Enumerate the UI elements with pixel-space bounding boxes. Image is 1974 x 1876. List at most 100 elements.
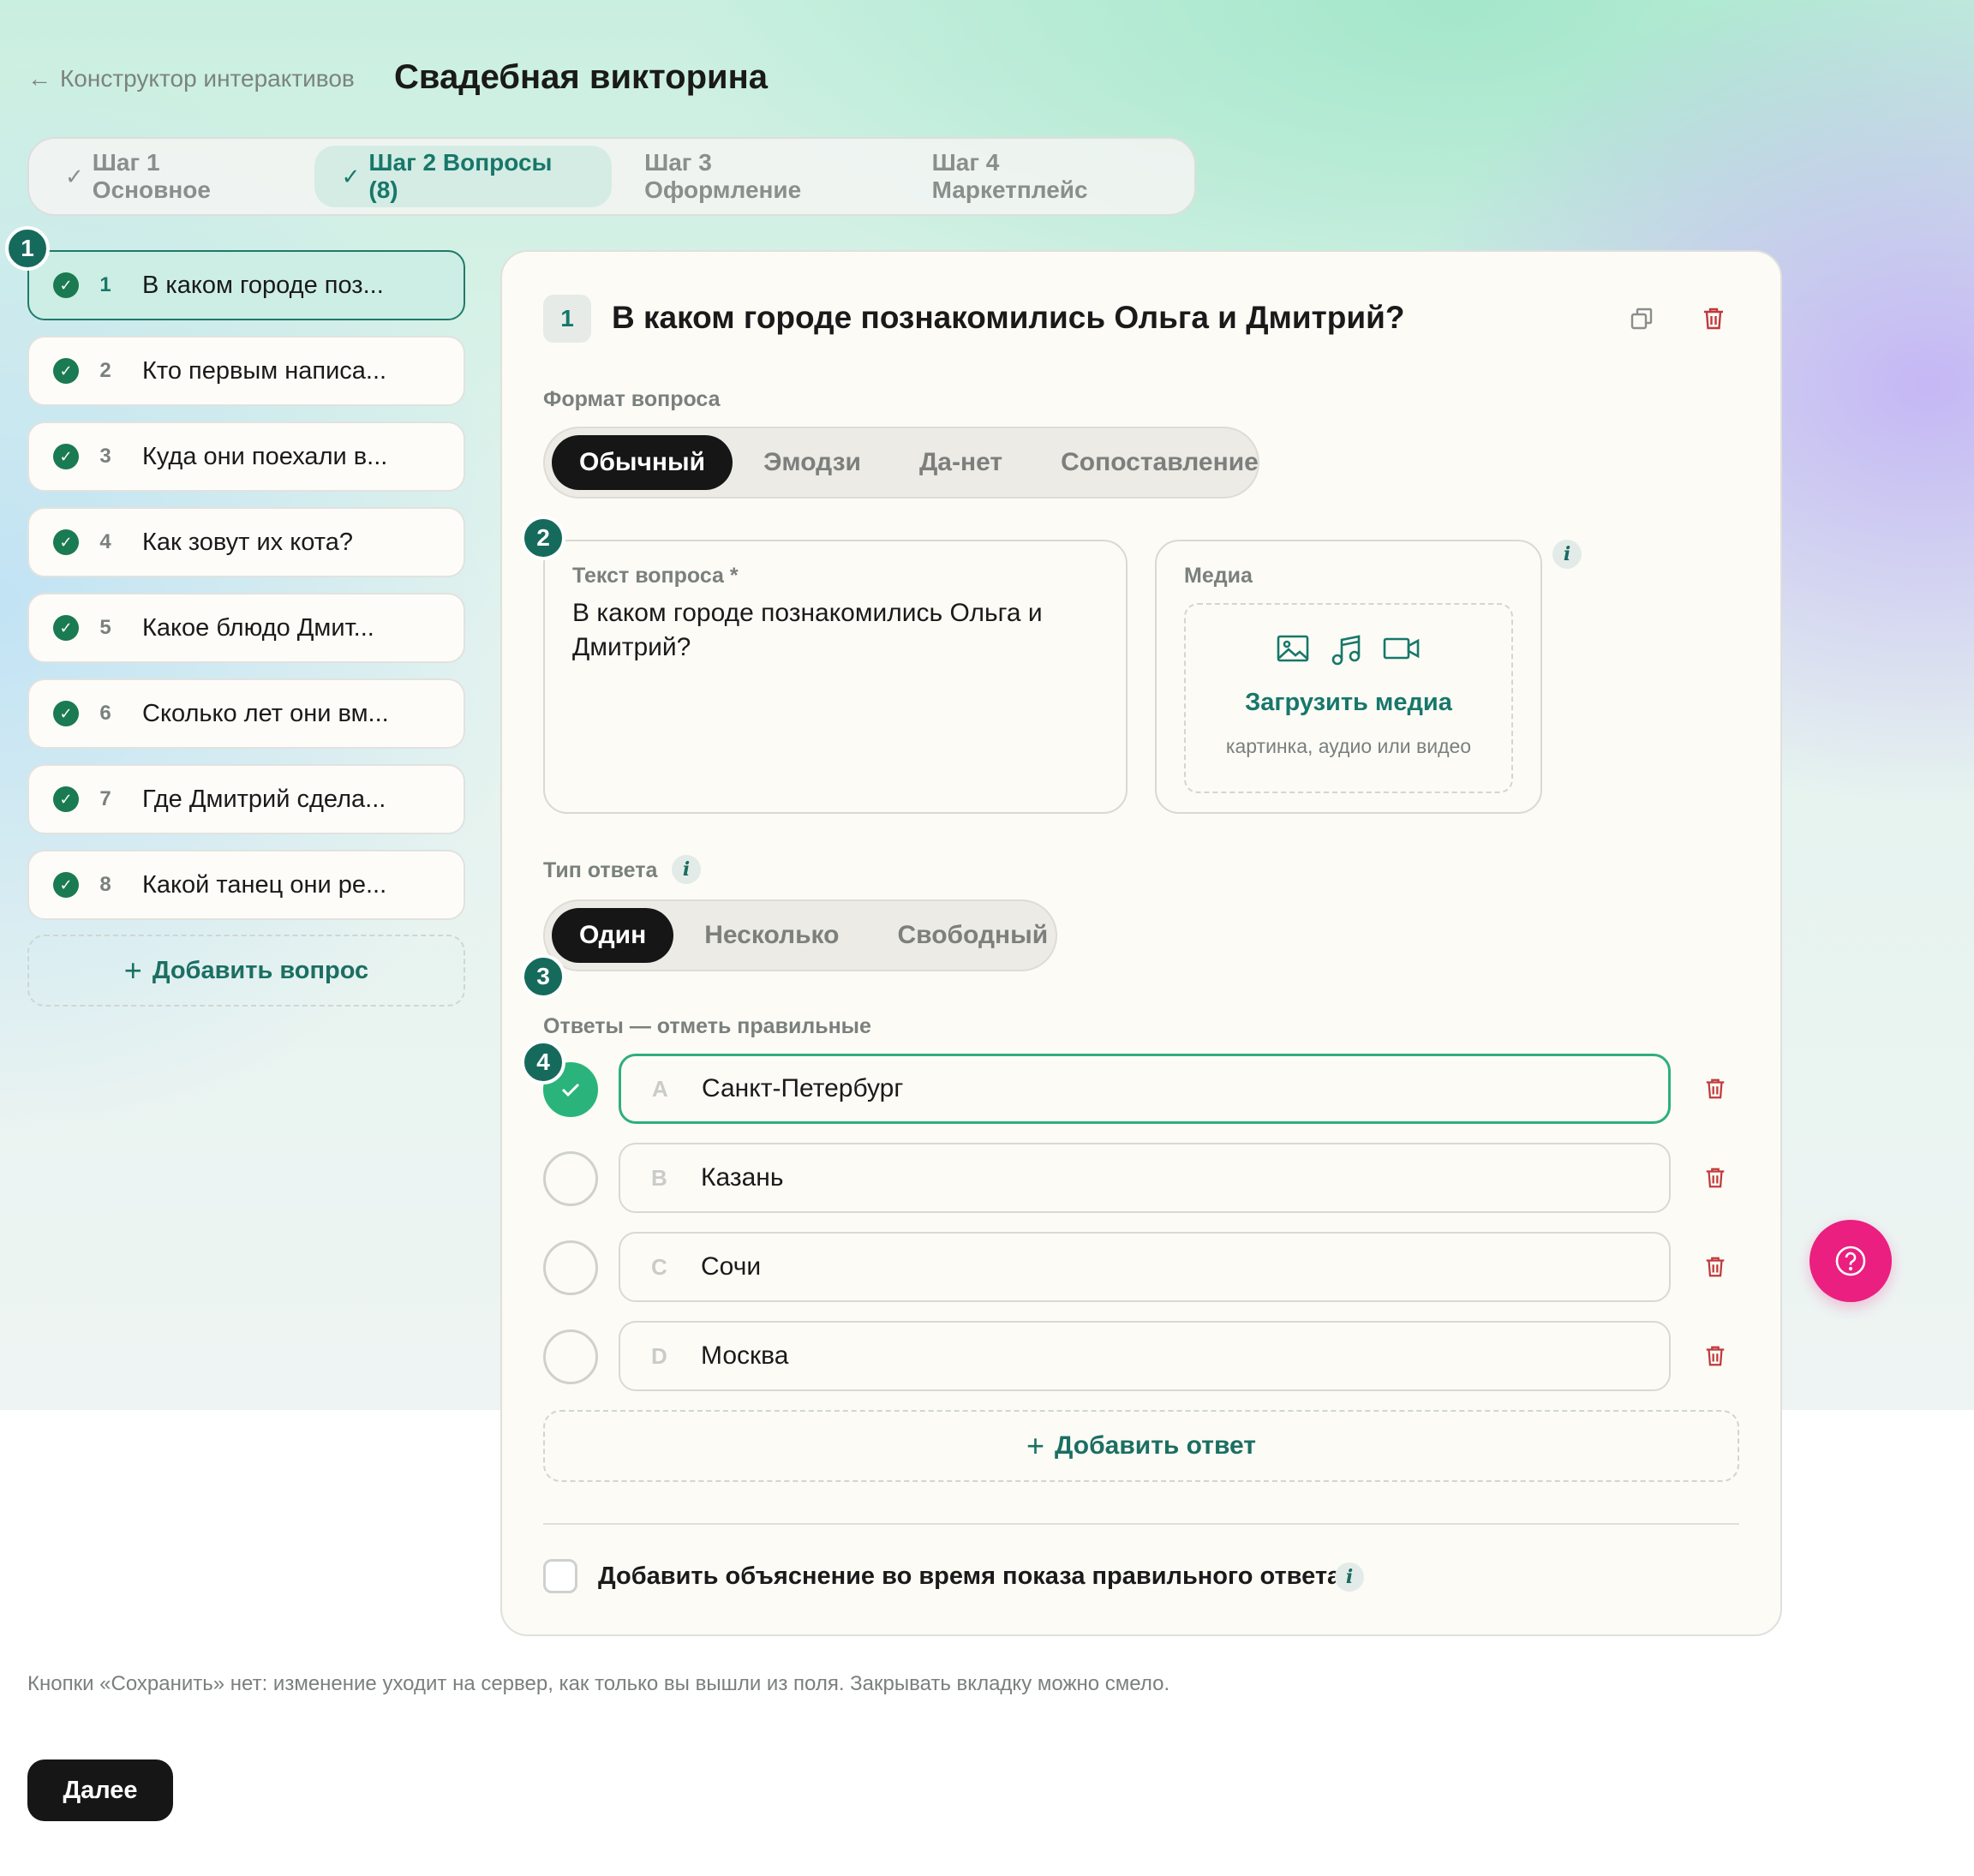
question-list-item-6[interactable]: ✓ 6 Сколько лет они вм... — [27, 678, 465, 749]
answer-letter: C — [651, 1253, 667, 1280]
add-question-label: Добавить вопрос — [152, 956, 369, 984]
arrow-left-icon: ← — [27, 65, 51, 92]
add-question-button[interactable]: + Добавить вопрос — [27, 935, 465, 1007]
trash-icon — [1706, 1257, 1725, 1277]
question-number: 4 — [99, 530, 111, 553]
correct-toggle-d[interactable] — [543, 1329, 598, 1384]
back-link-label: Конструктор интерактивов — [60, 65, 355, 92]
info-icon[interactable]: i — [1335, 1562, 1364, 1592]
next-button[interactable]: Далее — [27, 1759, 173, 1821]
tab-step-1-label: Шаг 1 Основное — [92, 149, 211, 203]
help-button[interactable] — [1810, 1220, 1892, 1302]
tab-step-4[interactable]: Шаг 4 Маркетплейс — [905, 146, 1186, 207]
autosave-note: Кнопки «Сохранить» нет: изменение уходит… — [27, 1672, 1170, 1695]
question-preview: Где Дмитрий сдела... — [142, 785, 386, 813]
question-list-item-4[interactable]: ✓ 4 Как зовут их кота? — [27, 507, 465, 577]
copy-icon — [1630, 308, 1653, 330]
music-icon — [1331, 635, 1361, 666]
answer-field-b[interactable]: B Казань — [619, 1143, 1671, 1213]
question-number: 3 — [99, 445, 111, 468]
answer-input[interactable]: Сочи — [691, 1252, 761, 1282]
question-text-input[interactable]: В каком городе познакомились Ольга и Дми… — [572, 596, 1086, 665]
answer-field-a[interactable]: A Санкт-Петербург — [619, 1054, 1671, 1124]
format-option-emoji[interactable]: Эмодзи — [736, 435, 888, 490]
check-circle-icon: ✓ — [53, 701, 79, 726]
question-text-label: Текст вопроса * — [572, 564, 739, 588]
answer-input[interactable]: Казань — [691, 1163, 783, 1192]
trash-icon — [1706, 1346, 1725, 1366]
step-marker-2: 2 — [521, 516, 565, 560]
upload-hint: картинка, аудио или видео — [1225, 735, 1472, 757]
divider — [543, 1523, 1739, 1525]
correct-toggle-b[interactable] — [543, 1151, 598, 1206]
image-icon — [1277, 635, 1309, 662]
upload-media-link[interactable]: Загрузить медиа — [1186, 689, 1511, 717]
tab-step-1[interactable]: ✓ Шаг 1 Основное — [38, 146, 309, 207]
check-circle-icon: ✓ — [53, 786, 79, 812]
trash-icon — [1706, 1168, 1725, 1188]
trash-icon — [1706, 1078, 1725, 1099]
question-list-item-5[interactable]: ✓ 5 Какое блюдо Дмит... — [27, 593, 465, 663]
media-field: Медиа Загрузить медиа картинка, аудио ил… — [1155, 540, 1542, 814]
delete-answer-button[interactable] — [1695, 1068, 1736, 1109]
question-list-item-7[interactable]: ✓ 7 Где Дмитрий сдела... — [27, 764, 465, 834]
help-icon — [1835, 1246, 1866, 1276]
media-type-icons — [1186, 634, 1511, 666]
step-marker-3: 3 — [521, 954, 565, 999]
answer-field-d[interactable]: D Москва — [619, 1321, 1671, 1391]
question-list-item-3[interactable]: ✓ 3 Куда они поехали в... — [27, 421, 465, 492]
add-answer-label: Добавить ответ — [1055, 1431, 1256, 1460]
info-icon[interactable]: i — [1552, 540, 1582, 569]
check-circle-icon: ✓ — [53, 529, 79, 555]
question-text-field[interactable]: Текст вопроса * В каком городе познакоми… — [543, 540, 1128, 814]
step-marker-1: 1 — [5, 226, 50, 271]
add-answer-button[interactable]: + Добавить ответ — [543, 1410, 1739, 1482]
check-icon — [561, 1083, 580, 1097]
tab-step-2-label: Шаг 2 Вопросы (8) — [368, 149, 553, 203]
media-upload-dropzone[interactable]: Загрузить медиа картинка, аудио или виде… — [1184, 603, 1513, 793]
question-preview: Сколько лет они вм... — [142, 699, 389, 727]
answer-type-free[interactable]: Свободный — [870, 908, 1075, 963]
tab-step-2[interactable]: ✓ Шаг 2 Вопросы (8) — [314, 146, 613, 207]
answer-input[interactable]: Москва — [691, 1341, 788, 1371]
answer-input[interactable]: Санкт-Петербург — [691, 1074, 903, 1103]
format-option-matching[interactable]: Сопоставление — [1033, 435, 1286, 490]
question-list-item-8[interactable]: ✓ 8 Какой танец они ре... — [27, 850, 465, 920]
answer-type-label: Тип ответа — [543, 858, 658, 882]
question-number: 2 — [99, 359, 111, 382]
question-number-badge: 1 — [543, 295, 591, 343]
answer-type-multiple[interactable]: Несколько — [677, 908, 866, 963]
question-list-item-1[interactable]: ✓ 1 В каком городе поз... — [27, 250, 465, 320]
delete-question-button[interactable] — [1693, 298, 1734, 339]
check-circle-icon: ✓ — [53, 272, 79, 298]
question-list-item-2[interactable]: ✓ 2 Кто первым написа... — [27, 336, 465, 406]
format-label: Формат вопроса — [543, 387, 721, 411]
question-preview: Как зовут их кота? — [142, 528, 353, 556]
question-preview: Какой танец они ре... — [142, 870, 387, 899]
back-link[interactable]: ← Конструктор интерактивов — [27, 65, 355, 93]
question-title: В каком городе познакомились Ольга и Дми… — [612, 300, 1405, 335]
format-option-yes-no[interactable]: Да-нет — [892, 435, 1030, 490]
explanation-checkbox[interactable] — [543, 1559, 577, 1593]
plus-icon: + — [1026, 1428, 1045, 1463]
check-icon: ✓ — [341, 163, 361, 189]
steps-tabs: ✓ Шаг 1 Основное ✓ Шаг 2 Вопросы (8) Шаг… — [27, 137, 1196, 216]
question-number: 8 — [99, 873, 111, 896]
correct-toggle-c[interactable] — [543, 1240, 598, 1295]
question-number: 6 — [99, 702, 111, 725]
format-option-regular[interactable]: Обычный — [552, 435, 733, 490]
delete-answer-button[interactable] — [1695, 1335, 1736, 1377]
question-preview: Куда они поехали в... — [142, 442, 388, 470]
question-number: 7 — [99, 787, 111, 810]
question-preview: Кто первым написа... — [142, 356, 387, 385]
delete-answer-button[interactable] — [1695, 1157, 1736, 1198]
answer-field-c[interactable]: C Сочи — [619, 1232, 1671, 1302]
tab-step-3[interactable]: Шаг 3 Оформление — [617, 146, 900, 207]
answer-type-selector: Один Несколько Свободный — [543, 899, 1057, 971]
tab-step-4-label: Шаг 4 Маркетплейс — [931, 149, 1088, 203]
answer-type-single[interactable]: Один — [552, 908, 674, 963]
duplicate-question-button[interactable] — [1621, 298, 1662, 339]
info-icon[interactable]: i — [672, 855, 701, 884]
delete-answer-button[interactable] — [1695, 1246, 1736, 1288]
check-icon: ✓ — [65, 163, 84, 189]
